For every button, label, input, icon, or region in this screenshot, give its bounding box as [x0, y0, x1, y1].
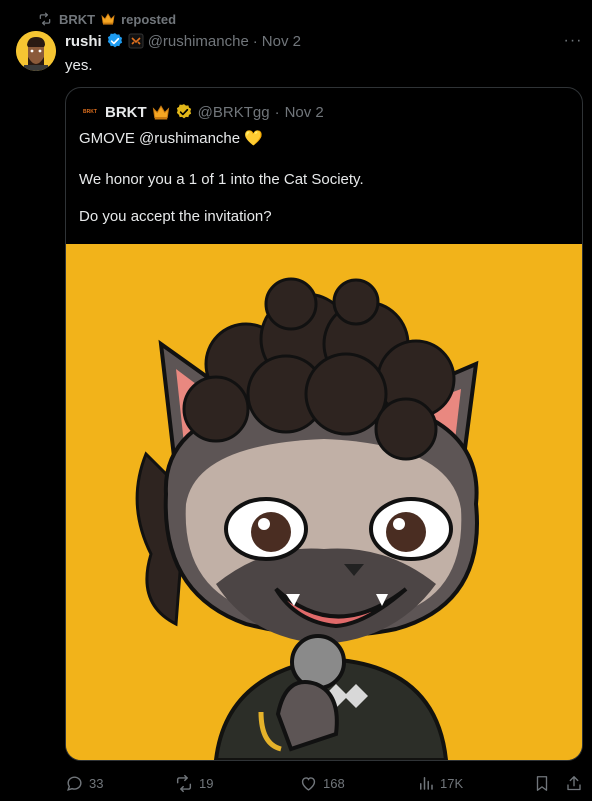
like-count: 168	[323, 775, 345, 791]
separator: ·	[252, 32, 258, 50]
quoted-tweet-header: BRKT BRKT @BRKTgg · Nov 2	[80, 102, 324, 122]
more-options-button[interactable]: ···	[561, 32, 585, 49]
quoted-author-name[interactable]: BRKT	[105, 104, 147, 121]
repost-label: reposted	[121, 11, 177, 27]
brkt-logo-text: BRKT	[83, 109, 97, 115]
quoted-author-handle[interactable]: @BRKTgg	[198, 104, 270, 121]
view-count: 17K	[440, 775, 464, 791]
tweet-text: yes.	[65, 57, 93, 74]
separator: ·	[274, 103, 280, 121]
crown-icon	[101, 13, 115, 25]
views-button[interactable]: 17K	[417, 772, 463, 794]
repost-button[interactable]: 19	[174, 772, 213, 794]
reply-count: 33	[89, 775, 104, 791]
tweet-header: rushi @rushimanche · Nov 2	[65, 31, 301, 51]
cat-character-illustration	[66, 244, 582, 760]
verified-gold-badge-icon[interactable]	[175, 103, 193, 121]
share-button[interactable]	[565, 772, 583, 794]
quoted-text-line-3: Do you accept the invitation?	[79, 208, 272, 225]
quoted-text-line-1: GMOVE @rushimanche 💛	[79, 130, 263, 147]
avatar[interactable]	[16, 31, 56, 71]
reply-button[interactable]: 33	[65, 772, 103, 794]
like-button[interactable]: 168	[299, 772, 345, 794]
repost-icon	[176, 774, 192, 792]
analytics-icon	[420, 777, 433, 790]
tweet-actions: 33 19 168 17K	[65, 772, 585, 794]
crown-icon	[152, 104, 169, 119]
tweet-date[interactable]: Nov 2	[262, 33, 301, 50]
repost-icon	[39, 12, 51, 26]
quoted-tweet[interactable]: BRKT BRKT @BRKTgg · Nov 2 GMOVE @rushima…	[65, 87, 583, 761]
quoted-tweet-date[interactable]: Nov 2	[285, 104, 324, 121]
bookmark-icon	[536, 775, 548, 791]
repost-count: 19	[199, 775, 214, 791]
affiliate-badge-icon[interactable]	[128, 33, 144, 49]
reply-icon	[67, 775, 82, 791]
author-handle[interactable]: @rushimanche	[148, 33, 249, 50]
heart-icon	[301, 776, 316, 791]
quoted-author-avatar[interactable]: BRKT	[80, 102, 100, 122]
quoted-tweet-image[interactable]	[66, 244, 582, 760]
share-icon	[567, 775, 581, 790]
bookmark-button[interactable]	[533, 772, 551, 794]
quoted-text-line-2: We honor you a 1 of 1 into the Cat Socie…	[79, 171, 364, 188]
repost-by[interactable]: BRKT	[59, 12, 95, 27]
repost-indicator[interactable]: BRKT reposted	[37, 10, 176, 28]
author-name[interactable]: rushi	[65, 33, 102, 50]
verified-badge-icon[interactable]	[106, 32, 124, 50]
